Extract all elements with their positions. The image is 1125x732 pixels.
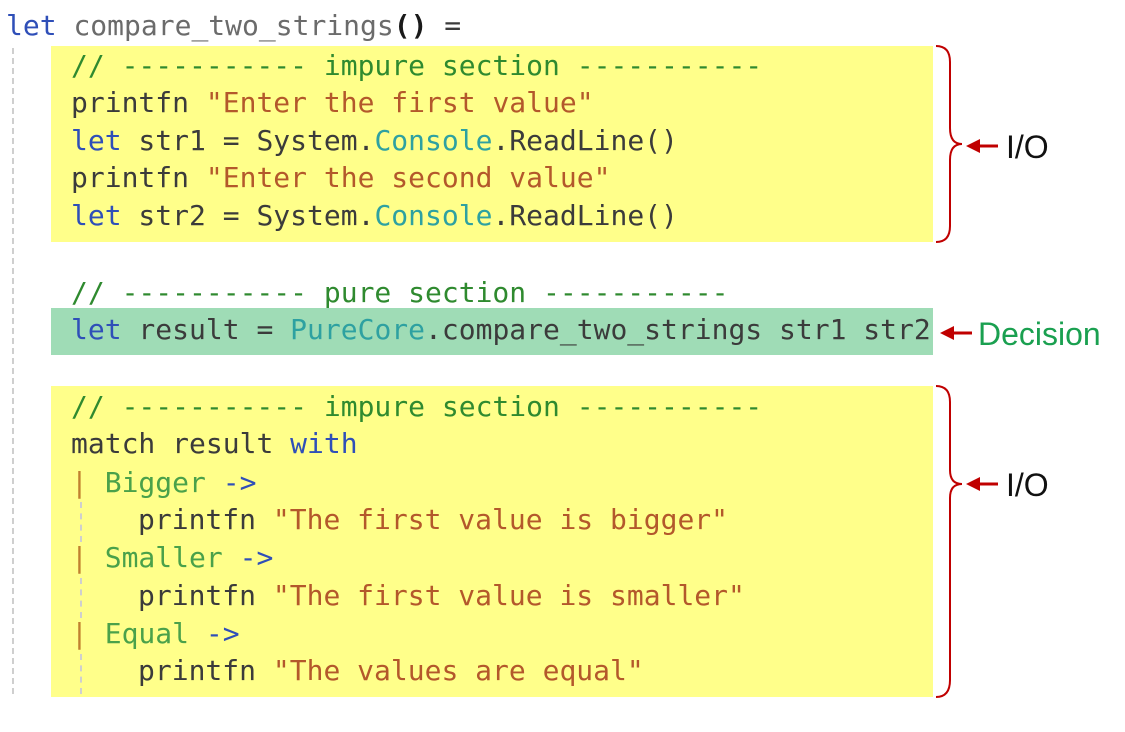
label-io-bottom: I/O <box>1006 467 1049 503</box>
annotation-overlay <box>935 45 998 698</box>
label-io-top: I/O <box>1006 129 1049 165</box>
brace-top <box>935 45 963 243</box>
arrow-io-top <box>966 139 998 153</box>
label-decision: Decision <box>978 316 1101 352</box>
arrow-decision <box>940 326 972 340</box>
arrow-io-bottom <box>966 477 998 491</box>
brace-bottom <box>935 385 963 698</box>
